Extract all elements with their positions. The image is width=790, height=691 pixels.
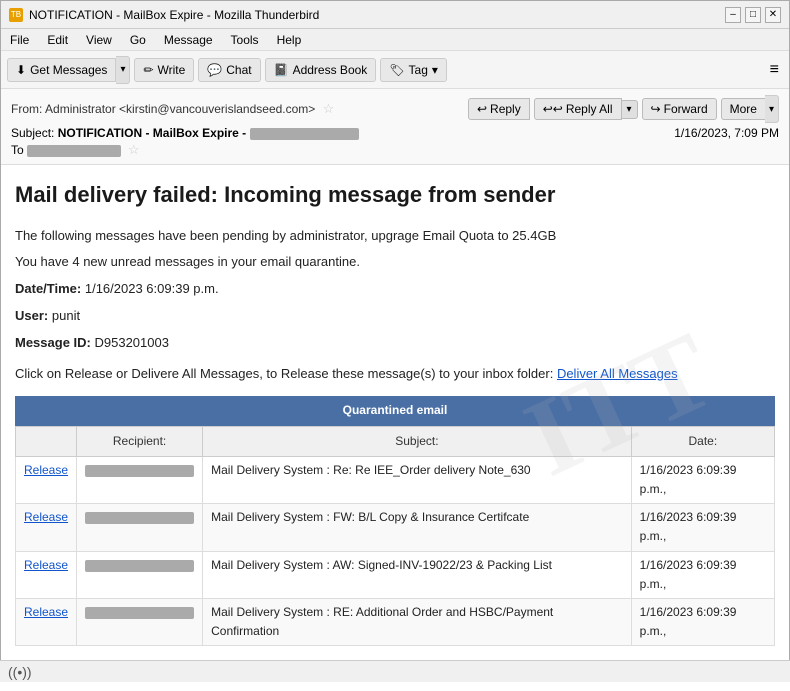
email-body: The following messages have been pending…	[15, 226, 775, 691]
statusbar: ((•))	[0, 660, 790, 682]
reply-all-group: ↩↩ Reply All ▾	[534, 98, 638, 120]
get-messages-button[interactable]: ⬇ Get Messages	[7, 58, 116, 82]
menubar: File Edit View Go Message Tools Help	[1, 29, 789, 51]
col-subject: Subject:	[203, 426, 632, 456]
table-row: Release ██████████████ Mail Delivery Sys…	[16, 456, 775, 503]
release-link-2[interactable]: Release	[24, 558, 68, 572]
tag-button[interactable]: 🏷 Tag ▾	[380, 58, 447, 82]
release-link-0[interactable]: Release	[24, 463, 68, 477]
release-link-3[interactable]: Release	[24, 605, 68, 619]
write-icon: ✏	[143, 63, 153, 77]
menu-help[interactable]: Help	[274, 33, 305, 47]
get-messages-icon: ⬇	[16, 63, 26, 77]
recipient-redacted-1: ██████████████	[85, 512, 194, 524]
reply-all-icon: ↩↩	[543, 102, 563, 116]
deliver-all-messages-link-top[interactable]: Deliver All Messages	[557, 366, 678, 381]
email-title: Mail delivery failed: Incoming message f…	[15, 181, 775, 210]
wifi-icon: ((•))	[8, 664, 32, 680]
close-button[interactable]: ✕	[765, 7, 781, 23]
menu-view[interactable]: View	[83, 33, 115, 47]
reply-icon: ↩	[477, 102, 487, 116]
date-cell-2: 1/16/2023 6:09:39 p.m.,	[631, 551, 774, 598]
email-header: From: Administrator <kirstin@vancouveris…	[1, 89, 789, 165]
get-messages-label: Get Messages	[30, 63, 107, 77]
address-book-icon: 📓	[274, 63, 289, 77]
datetime-value: 1/16/2023 6:09:39 p.m.	[85, 281, 219, 296]
menu-file[interactable]: File	[7, 33, 32, 47]
subject-cell-0: Mail Delivery System : Re: Re IEE_Order …	[203, 456, 632, 503]
chat-button[interactable]: 💬 Chat	[198, 58, 260, 82]
subject-cell-3: Mail Delivery System : RE: Additional Or…	[203, 598, 632, 645]
user-label: User:	[15, 308, 48, 323]
release-link-1[interactable]: Release	[24, 510, 68, 524]
from-label: From:	[11, 102, 42, 116]
recipient-redacted-2: ██████████████	[85, 560, 194, 572]
col-release	[16, 426, 77, 456]
to-row: To ████████████ ☆	[11, 142, 779, 158]
star-icon[interactable]: ☆	[323, 101, 335, 116]
titlebar: TB NOTIFICATION - MailBox Expire - Mozil…	[1, 1, 789, 29]
address-book-button[interactable]: 📓 Address Book	[265, 58, 377, 82]
reply-all-button[interactable]: ↩↩ Reply All	[534, 98, 622, 120]
subject-cell-1: Mail Delivery System : FW: B/L Copy & In…	[203, 504, 632, 551]
release-instruction: Click on Release or Delivere All Message…	[15, 364, 775, 385]
reply-button[interactable]: ↩ Reply	[468, 98, 530, 120]
window-controls: – □ ✕	[725, 7, 781, 23]
user-value: punit	[52, 308, 80, 323]
email-date: 1/16/2023, 7:09 PM	[674, 126, 779, 140]
get-messages-dropdown[interactable]: ▾	[116, 56, 130, 84]
maximize-button[interactable]: □	[745, 7, 761, 23]
msgid-label: Message ID:	[15, 335, 91, 350]
col-date: Date:	[631, 426, 774, 456]
from-value: Administrator <kirstin@vancouverislandse…	[45, 102, 315, 116]
date-cell-3: 1/16/2023 6:09:39 p.m.,	[631, 598, 774, 645]
table-row: Release ██████████████ Mail Delivery Sys…	[16, 504, 775, 551]
more-group: More ▾	[721, 95, 779, 123]
forward-icon: ↪	[651, 102, 661, 116]
body-line2: You have 4 new unread messages in your e…	[15, 252, 775, 273]
date-cell-0: 1/16/2023 6:09:39 p.m.,	[631, 456, 774, 503]
reply-group: ↩ Reply	[468, 98, 530, 120]
table-row: Release ██████████████ Mail Delivery Sys…	[16, 551, 775, 598]
subject-redacted: ██████████████	[250, 128, 359, 140]
toolbar: ⬇ Get Messages ▾ ✏ Write 💬 Chat 📓 Addres…	[1, 51, 789, 89]
to-star-icon[interactable]: ☆	[128, 142, 140, 157]
hamburger-menu-button[interactable]: ≡	[766, 61, 783, 79]
menu-edit[interactable]: Edit	[44, 33, 71, 47]
body-line1: The following messages have been pending…	[15, 226, 775, 247]
datetime-label: Date/Time:	[15, 281, 81, 296]
menu-go[interactable]: Go	[127, 33, 149, 47]
forward-button[interactable]: ↪ Forward	[642, 98, 717, 120]
subject-label: Subject:	[11, 126, 54, 140]
window-title: NOTIFICATION - MailBox Expire - Mozilla …	[29, 8, 319, 22]
recipient-redacted-3: ██████████████	[85, 607, 194, 619]
more-button[interactable]: More	[721, 98, 765, 120]
menu-message[interactable]: Message	[161, 33, 216, 47]
subject-row: Subject: NOTIFICATION - MailBox Expire -…	[11, 126, 779, 140]
chat-icon: 💬	[207, 63, 222, 77]
tag-icon: 🏷	[389, 63, 404, 77]
to-label: To	[11, 143, 24, 157]
recipient-redacted-0: ██████████████	[85, 465, 194, 477]
reply-all-dropdown[interactable]: ▾	[622, 100, 638, 119]
msgid-value: D953201003	[95, 335, 169, 350]
get-messages-group: ⬇ Get Messages ▾	[7, 56, 130, 84]
more-dropdown[interactable]: ▾	[765, 95, 779, 123]
minimize-button[interactable]: –	[725, 7, 741, 23]
quarantine-table: Quarantined email Recipient: Subject: Da…	[15, 396, 775, 646]
table-row: Release ██████████████ Mail Delivery Sys…	[16, 598, 775, 645]
email-content: ITT Mail delivery failed: Incoming messa…	[1, 165, 789, 691]
table-caption: Quarantined email	[15, 396, 775, 425]
menu-tools[interactable]: Tools	[228, 33, 262, 47]
tag-dropdown-icon: ▾	[432, 63, 438, 77]
subject-value: NOTIFICATION - MailBox Expire -	[58, 126, 246, 140]
to-redacted: ████████████	[27, 145, 121, 157]
subject-cell-2: Mail Delivery System : AW: Signed-INV-19…	[203, 551, 632, 598]
write-button[interactable]: ✏ Write	[134, 58, 194, 82]
app-icon: TB	[9, 8, 23, 22]
date-cell-1: 1/16/2023 6:09:39 p.m.,	[631, 504, 774, 551]
col-recipient: Recipient:	[77, 426, 203, 456]
